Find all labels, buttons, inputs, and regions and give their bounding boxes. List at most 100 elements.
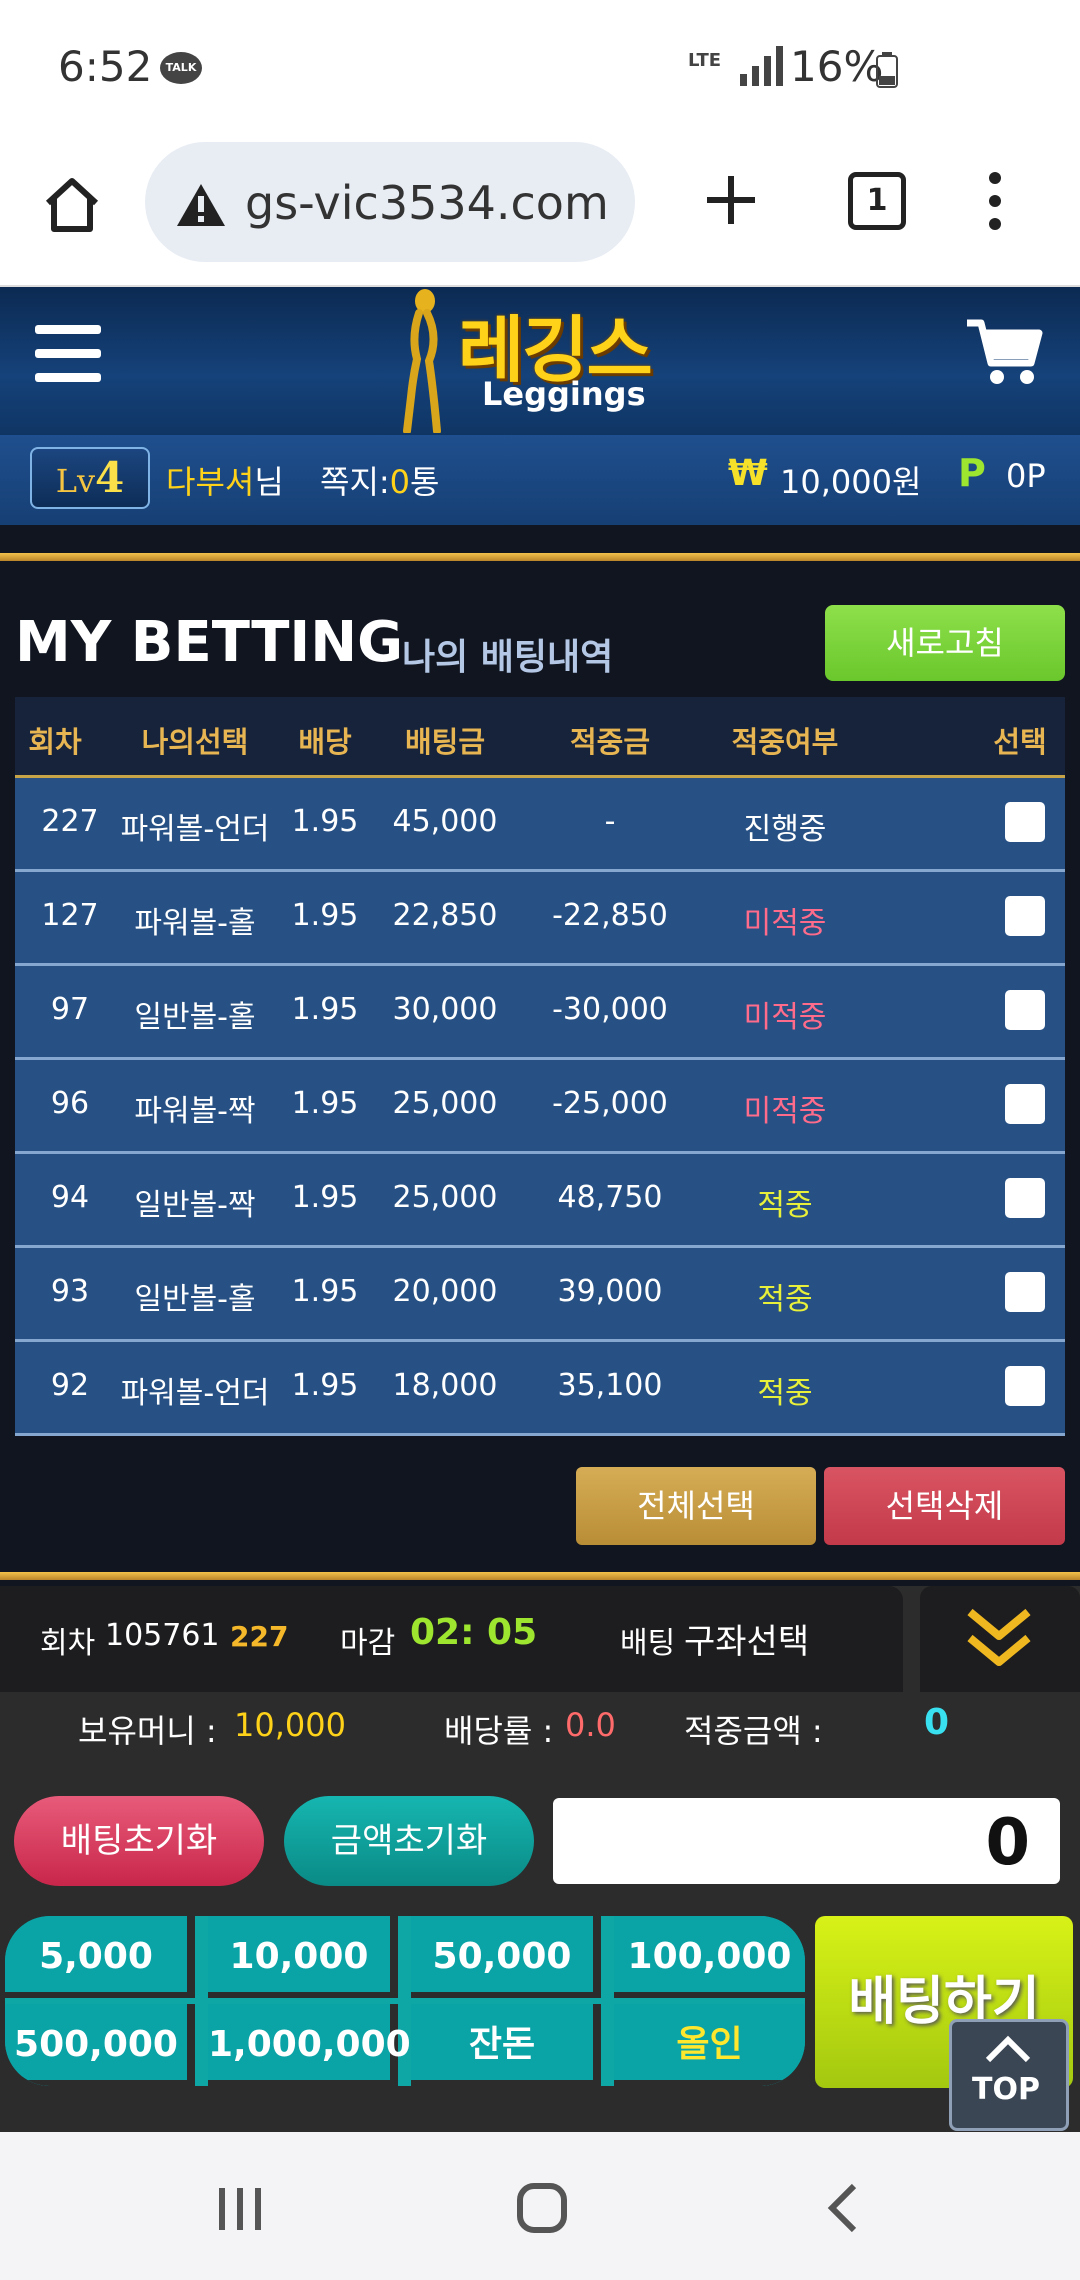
chip-500000[interactable]: 500,000 [5, 2004, 195, 2086]
cell-odds: 1.95 [291, 804, 359, 839]
betting-panel: 회차 105761 227 마감 02: 05 배팅 구좌선택 보유머니 : 1… [0, 1586, 1080, 2132]
home-icon[interactable] [42, 175, 102, 235]
row-checkbox[interactable] [1005, 802, 1045, 842]
user-money: 10,000원 [780, 463, 922, 501]
cell-result: 적중 [757, 1188, 813, 1223]
cell-odds: 1.95 [291, 992, 359, 1027]
cell-result: 미적중 [743, 1094, 827, 1129]
table-row: 96 파워볼-짝 1.95 25,000 -25,000 미적중 [15, 1060, 1065, 1154]
user-info-bar: Lv4 다부셔님 쪽지:0통 ₩ 10,000원 P 0P [0, 435, 1080, 525]
table-row: 92 파워볼-언더 1.95 18,000 35,100 적중 [15, 1342, 1065, 1436]
row-checkbox[interactable] [1005, 896, 1045, 936]
logo-figure-icon [403, 289, 441, 433]
cell-round: 96 [50, 1086, 90, 1121]
cell-odds: 1.95 [291, 1368, 359, 1403]
talk-icon: TALK [160, 52, 202, 84]
chevron-up-icon [985, 2035, 1031, 2063]
table-row: 127 파워볼-홀 1.95 22,850 -22,850 미적중 [15, 872, 1065, 966]
cell-choice: 일반볼-홀 [134, 1000, 256, 1035]
row-checkbox[interactable] [1005, 990, 1045, 1030]
chip-all-in[interactable]: 올인 [614, 2004, 805, 2086]
reset-bet-button[interactable]: 배팅초기화 [14, 1796, 264, 1886]
cell-win-amount: 39,000 [557, 1274, 663, 1309]
cell-choice: 파워볼-언더 [120, 812, 270, 847]
row-checkbox[interactable] [1005, 1272, 1045, 1312]
more-menu-icon[interactable] [985, 170, 1005, 232]
cell-choice: 파워볼-홀 [134, 906, 256, 941]
top-label: TOP [972, 2072, 1040, 2107]
column-header: 배팅금 [404, 725, 486, 759]
cell-win-amount: 48,750 [557, 1180, 663, 1215]
row-checkbox[interactable] [1005, 1178, 1045, 1218]
user-name[interactable]: 다부셔님 [166, 457, 284, 503]
chip-change[interactable]: 잔돈 [411, 2004, 601, 2086]
divider [0, 1572, 1080, 1580]
recent-apps-icon[interactable] [215, 2186, 265, 2232]
tab-switcher-button[interactable]: 1 [848, 172, 906, 230]
status-time: 6:52 [58, 42, 153, 91]
cell-result: 적중 [757, 1376, 813, 1411]
message-count[interactable]: 쪽지:0통 [320, 457, 439, 503]
row-checkbox[interactable] [1005, 1084, 1045, 1124]
cell-odds: 1.95 [291, 898, 359, 933]
chip-5000[interactable]: 5,000 [5, 1916, 195, 1998]
cell-choice: 파워볼-짝 [134, 1094, 256, 1129]
table-row: 94 일반볼-짝 1.95 25,000 48,750 적중 [15, 1154, 1065, 1248]
deadline-label: 마감 [340, 1626, 396, 1661]
refresh-button[interactable]: 새로고침 [825, 605, 1065, 681]
collapse-panel-button[interactable] [920, 1586, 1080, 1692]
table-header: 회차 나의선택 배당 배팅금 적중금 적중여부 선택 [15, 697, 1065, 778]
cell-choice: 일반볼-홀 [134, 1282, 256, 1317]
cell-win-amount: -22,850 [552, 898, 668, 933]
select-all-button[interactable]: 전체선택 [576, 1467, 816, 1545]
chip-1000000[interactable]: 1,000,000 [208, 2004, 411, 2086]
holdings-value: 10,000 [234, 1706, 346, 1744]
chip-100000[interactable]: 100,000 [614, 1916, 805, 1998]
cell-win-amount: 35,100 [557, 1368, 663, 1403]
bet-amount-input[interactable]: 0 [553, 1798, 1060, 1884]
chip-50000[interactable]: 50,000 [411, 1916, 601, 1998]
cell-bet-amount: 22,850 [392, 898, 498, 933]
url-text[interactable]: gs-vic3534.com [245, 176, 625, 230]
cart-icon[interactable] [965, 317, 1045, 387]
cell-choice: 파워볼-언더 [120, 1376, 270, 1411]
betting-table-body: 227 파워볼-언더 1.95 45,000 - 진행중 127 파워볼-홀 1.95 22,85… [15, 778, 1065, 1436]
cell-result: 미적중 [743, 1000, 827, 1035]
column-header: 적중금 [569, 725, 651, 759]
back-nav-icon[interactable] [826, 2182, 860, 2234]
cell-bet-amount: 18,000 [392, 1368, 498, 1403]
chevron-down-icon[interactable] [966, 1608, 1032, 1670]
status-bar: 6:52 TALK LTE 16% [0, 0, 1080, 130]
cell-round: 227 [41, 804, 99, 839]
bet-selection: 구좌선택 [684, 1622, 810, 1662]
column-header: 배당 [298, 725, 352, 759]
page-subtitle: 나의 배팅내역 [402, 637, 614, 678]
tab-count: 1 [866, 183, 888, 218]
reset-amount-button[interactable]: 금액초기화 [284, 1796, 534, 1886]
row-checkbox[interactable] [1005, 1366, 1045, 1406]
home-nav-icon[interactable] [516, 2182, 568, 2234]
cell-round: 94 [50, 1180, 90, 1215]
cell-round: 92 [50, 1368, 90, 1403]
table-row: 227 파워볼-언더 1.95 45,000 - 진행중 [15, 778, 1065, 872]
cell-odds: 1.95 [291, 1086, 359, 1121]
hamburger-menu-icon[interactable] [35, 325, 101, 397]
browser-toolbar: gs-vic3534.com 1 [0, 130, 1080, 287]
battery-icon [876, 52, 898, 88]
payout-value: 0 [924, 1702, 950, 1743]
signal-icon [740, 46, 783, 86]
chip-10000[interactable]: 10,000 [208, 1916, 398, 1998]
cell-bet-amount: 45,000 [392, 804, 498, 839]
cell-bet-amount: 25,000 [392, 1086, 498, 1121]
address-bar[interactable]: gs-vic3534.com [145, 142, 635, 262]
round-short: 227 [230, 1620, 289, 1653]
new-tab-icon[interactable] [703, 172, 759, 228]
cell-round: 127 [41, 898, 99, 933]
holdings-label: 보유머니 : [78, 1712, 217, 1750]
column-header: 적중여부 [731, 725, 839, 759]
warning-icon[interactable] [175, 182, 227, 228]
betting-history-section: MY BETTING 나의 배팅내역 새로고침 회차 나의선택 배당 배팅금 적… [0, 525, 1080, 2132]
delete-selected-button[interactable]: 선택삭제 [824, 1467, 1065, 1545]
column-header: 선택 [993, 725, 1047, 759]
scroll-top-button[interactable]: TOP [949, 2019, 1069, 2131]
